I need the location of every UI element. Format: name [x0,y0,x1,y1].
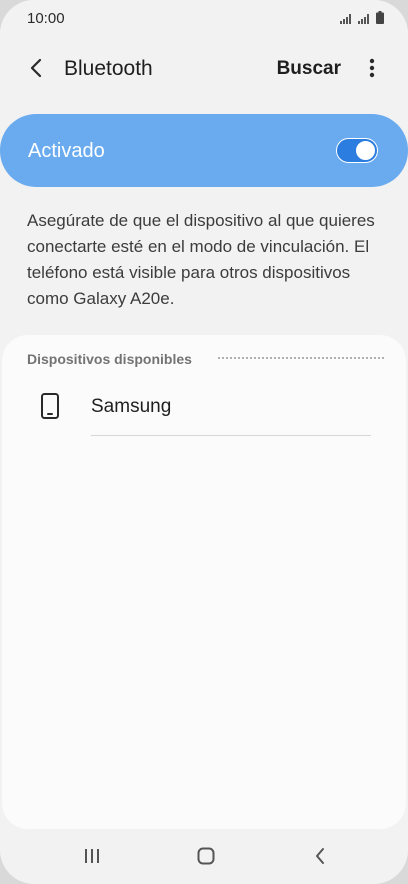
device-item[interactable]: Samsung [2,381,406,437]
home-icon [197,847,215,870]
more-options-button[interactable] [360,56,384,84]
list-divider [91,435,371,436]
battery-icon [376,11,384,24]
status-bar: 10:00 [0,0,408,38]
home-button[interactable] [191,844,221,872]
status-time: 10:00 [27,10,65,27]
signal-icon [358,13,372,24]
search-button[interactable]: Buscar [277,58,341,80]
phone-screen: 10:00 Bluetooth Buscar Activado Asegúrat… [0,0,408,884]
bluetooth-toggle[interactable] [336,138,378,163]
page-title: Bluetooth [64,57,153,80]
back-button[interactable] [20,56,52,84]
toggle-knob [355,140,376,161]
phone-icon [40,393,60,424]
section-divider-dots [218,357,384,359]
available-devices-card: Dispositivos disponibles Samsung [2,335,406,829]
visibility-description: Asegúrate de que el dispositivo al que q… [27,211,375,308]
more-vertical-icon [369,58,375,83]
navigation-bar [0,830,408,884]
available-devices-header: Dispositivos disponibles [27,351,192,367]
signal-icon [340,13,354,24]
nav-back-button[interactable] [305,844,335,872]
back-arrow-icon [29,58,43,83]
recents-icon [83,848,101,869]
back-icon [314,847,326,870]
status-icons [340,11,384,24]
app-header: Bluetooth Buscar [0,44,408,96]
device-name: Samsung [91,396,172,417]
master-switch-label: Activado [28,140,105,162]
recents-button[interactable] [77,844,107,872]
bluetooth-master-switch[interactable]: Activado [0,114,408,187]
